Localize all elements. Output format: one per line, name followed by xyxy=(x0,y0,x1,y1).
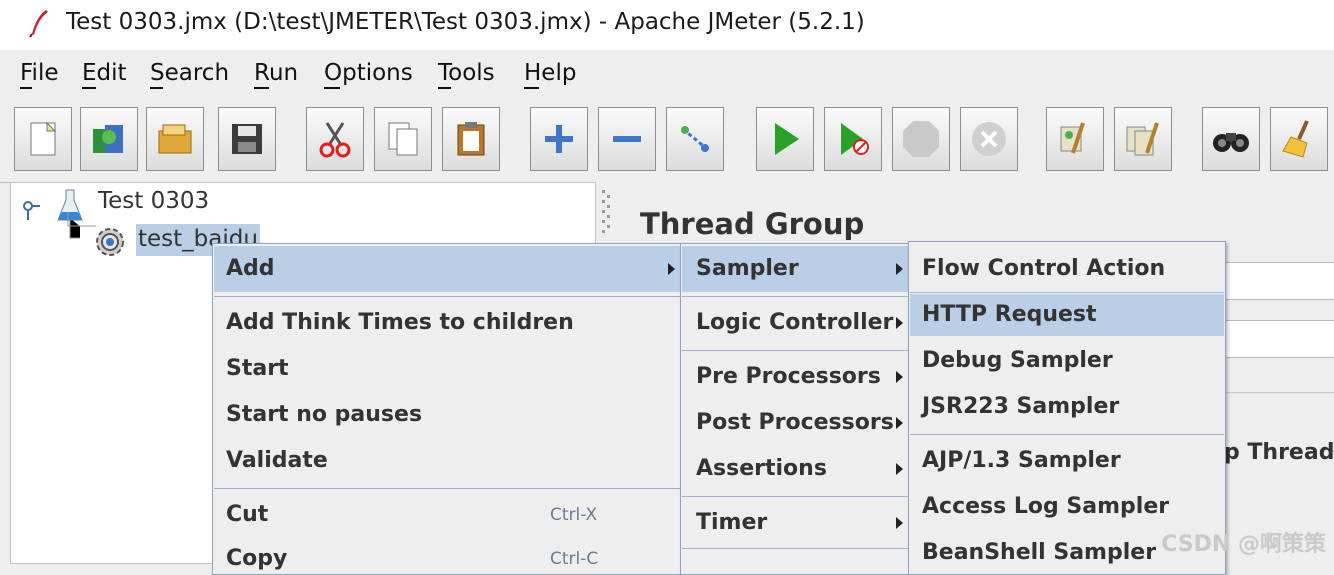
name-field[interactable] xyxy=(1224,262,1334,300)
expand-icon xyxy=(545,125,573,153)
templates-icon xyxy=(93,125,123,153)
menu-file[interactable]: File xyxy=(20,60,59,86)
menu-separator xyxy=(214,488,680,489)
watermark: CSDN @啊策策 xyxy=(1161,532,1326,557)
sampler-item-ajp-sampler[interactable]: AJP/1.3 Sampler xyxy=(922,448,1121,473)
title-bar: Test 0303.jmx (D:\test\JMETER\Test 0303.… xyxy=(0,0,1334,50)
new-button[interactable] xyxy=(14,107,72,171)
cut-shortcut: Ctrl-X xyxy=(550,505,598,525)
thread-group-gear-icon xyxy=(96,228,124,256)
menu-separator xyxy=(214,296,680,297)
stop-thread-option-label: p Thread xyxy=(1224,440,1334,465)
shutdown-button[interactable] xyxy=(960,107,1018,171)
reset-search-button[interactable] xyxy=(1270,107,1328,171)
window-title: Test 0303.jmx (D:\test\JMETER\Test 0303.… xyxy=(66,9,865,35)
collapse-all-button[interactable] xyxy=(598,107,656,171)
copy-button[interactable] xyxy=(374,107,432,171)
menu-item-add-think-times[interactable]: Add Think Times to children xyxy=(226,310,574,335)
broom-icon xyxy=(1282,120,1309,158)
menu-item-add[interactable]: Add xyxy=(226,256,275,281)
shutdown-icon xyxy=(972,122,1006,156)
tree-root-label[interactable]: Test 0303 xyxy=(98,188,209,214)
menu-separator xyxy=(910,434,1224,435)
submenu-item-pre-processors[interactable]: Pre Processors xyxy=(696,364,881,389)
toggle-button[interactable] xyxy=(666,107,724,171)
clear-all-button[interactable] xyxy=(1114,107,1172,171)
submenu-item-sampler[interactable]: Sampler xyxy=(696,256,799,281)
submenu-arrow-icon xyxy=(896,317,903,329)
cut-button[interactable] xyxy=(306,107,364,171)
start-no-pauses-icon xyxy=(841,123,869,155)
paste-icon xyxy=(457,122,485,156)
new-icon xyxy=(30,121,57,156)
submenu-item-logic-controller[interactable]: Logic Controller xyxy=(696,310,893,335)
menu-tools[interactable]: Tools xyxy=(438,60,495,86)
binoculars-icon xyxy=(1213,133,1249,152)
submenu-arrow-icon xyxy=(896,371,903,383)
collapse-icon xyxy=(613,136,641,142)
menu-run[interactable]: Run xyxy=(254,60,298,86)
menu-search[interactable]: Search xyxy=(150,60,229,86)
paste-button[interactable] xyxy=(442,107,500,171)
clear-all-icon xyxy=(1126,122,1159,156)
save-button[interactable] xyxy=(218,107,276,171)
submenu-arrow-icon xyxy=(896,417,903,429)
open-button[interactable] xyxy=(146,107,204,171)
submenu-arrow-icon xyxy=(668,263,675,275)
clear-icon xyxy=(1060,122,1085,154)
menu-item-copy[interactable]: Copy xyxy=(226,546,287,571)
context-menu-add-highlight xyxy=(214,246,680,292)
save-icon xyxy=(232,124,262,154)
stop-icon xyxy=(903,121,939,157)
submenu-arrow-icon xyxy=(896,463,903,475)
submenu-item-post-processors[interactable]: Post Processors xyxy=(696,410,894,435)
menu-separator xyxy=(682,496,908,497)
submenu-item-timer[interactable]: Timer xyxy=(696,510,767,535)
submenu-arrow-icon xyxy=(896,517,903,529)
menu-item-validate[interactable]: Validate xyxy=(226,448,328,473)
open-icon xyxy=(158,124,192,154)
jmeter-feather-icon xyxy=(29,10,48,38)
menu-item-cut[interactable]: Cut xyxy=(226,502,268,527)
start-icon xyxy=(775,123,799,155)
panel-group-border xyxy=(1224,392,1334,393)
clear-button[interactable] xyxy=(1046,107,1104,171)
templates-button[interactable] xyxy=(80,107,138,171)
start-button[interactable] xyxy=(756,107,814,171)
copy-shortcut: Ctrl-C xyxy=(550,549,599,569)
menu-item-start[interactable]: Start xyxy=(226,356,289,381)
sampler-item-flow-control-action[interactable]: Flow Control Action xyxy=(922,256,1165,281)
sampler-item-beanshell-sampler[interactable]: BeanShell Sampler xyxy=(922,540,1156,565)
sampler-item-access-log-sampler[interactable]: Access Log Sampler xyxy=(922,494,1169,519)
cut-icon xyxy=(319,122,351,158)
expand-all-button[interactable] xyxy=(530,107,588,171)
copy-icon xyxy=(388,122,418,156)
menu-help[interactable]: Help xyxy=(524,60,576,86)
menu-separator xyxy=(682,548,908,549)
menu-options[interactable]: Options xyxy=(324,60,413,86)
search-button[interactable] xyxy=(1202,107,1260,171)
submenu-item-assertions[interactable]: Assertions xyxy=(696,456,827,481)
panel-title: Thread Group xyxy=(640,207,865,241)
menu-edit[interactable]: Edit xyxy=(82,60,127,86)
sampler-item-http-request[interactable]: HTTP Request xyxy=(922,302,1097,327)
start-no-pauses-button[interactable] xyxy=(824,107,882,171)
toggle-icon xyxy=(681,126,709,152)
submenu-arrow-icon xyxy=(896,263,903,275)
sampler-item-debug-sampler[interactable]: Debug Sampler xyxy=(922,348,1113,373)
menu-separator xyxy=(682,350,908,351)
menu-item-start-no-pauses[interactable]: Start no pauses xyxy=(226,402,422,427)
sampler-item-jsr223-sampler[interactable]: JSR223 Sampler xyxy=(922,394,1119,419)
menu-separator xyxy=(682,296,908,297)
menu-separator xyxy=(910,292,1224,293)
stop-button[interactable] xyxy=(892,107,950,171)
comments-field[interactable] xyxy=(1224,320,1334,358)
